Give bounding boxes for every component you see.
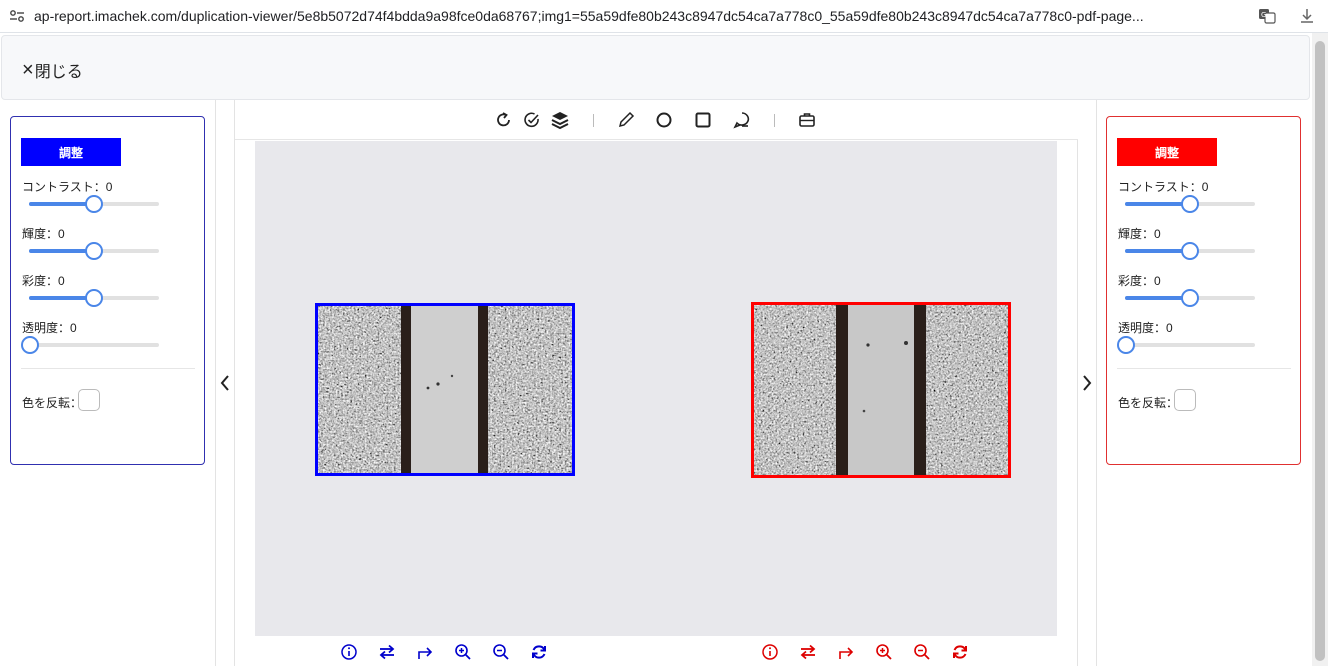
opacity-label: 透明度：0: [22, 321, 77, 335]
close-label: 閉じる: [34, 64, 83, 81]
svg-text:G: G: [1261, 11, 1266, 19]
square-icon[interactable]: [693, 110, 713, 130]
zoom-out-icon[interactable]: [913, 643, 931, 661]
refresh-icon[interactable]: [951, 643, 969, 661]
zoom-in-icon[interactable]: [875, 643, 893, 661]
redo-icon[interactable]: [416, 643, 434, 661]
translate-icon[interactable]: G: [1258, 8, 1276, 24]
right-divider: [1096, 100, 1097, 666]
invert-label: 色を反転：: [1118, 396, 1179, 410]
contrast-label: コントラスト：0: [1118, 180, 1209, 194]
redo-icon[interactable]: [837, 643, 855, 661]
refresh-icon[interactable]: [530, 643, 548, 661]
brightness-slider[interactable]: [1125, 242, 1255, 260]
adjust-button[interactable]: 調整: [21, 138, 121, 166]
right-image[interactable]: [751, 302, 1011, 478]
left-divider: [215, 100, 216, 666]
panel-divider: [21, 368, 195, 369]
browser-address-bar: ap-report.imachek.com/duplication-viewer…: [0, 0, 1328, 33]
panel-divider: [1117, 368, 1291, 369]
zoom-out-icon[interactable]: [492, 643, 510, 661]
swap-icon[interactable]: [799, 643, 817, 661]
saturation-label: 彩度：0: [22, 274, 65, 288]
right-image-content: [754, 305, 1008, 475]
rotate-icon[interactable]: [494, 110, 514, 130]
right-adjust-panel: 調整 コントラスト：0 輝度：0 彩度：0 透明度：0 色を反転：: [1106, 116, 1301, 465]
saturation-slider[interactable]: [1125, 289, 1255, 307]
pencil-icon[interactable]: [616, 110, 636, 130]
invert-checkbox[interactable]: [1174, 389, 1196, 411]
download-icon[interactable]: [1298, 7, 1316, 25]
scrollbar-thumb[interactable]: [1315, 41, 1325, 661]
site-settings-icon[interactable]: [9, 9, 25, 23]
info-icon[interactable]: [340, 643, 358, 661]
left-image-content: [318, 306, 572, 473]
toolbar-separator: [774, 114, 775, 127]
url-text[interactable]: ap-report.imachek.com/duplication-viewer…: [34, 8, 1249, 24]
contrast-slider[interactable]: [1125, 195, 1255, 213]
invert-checkbox[interactable]: [78, 389, 100, 411]
brightness-label: 輝度：0: [1118, 227, 1161, 241]
page-scrollbar[interactable]: [1312, 33, 1328, 666]
modal-header: × 閉じる: [1, 35, 1310, 100]
circle-icon[interactable]: [654, 110, 674, 130]
right-center-border: [1077, 100, 1078, 666]
brightness-slider[interactable]: [29, 242, 159, 260]
collapse-left-icon[interactable]: [219, 374, 231, 392]
brightness-label: 輝度：0: [22, 227, 65, 241]
opacity-slider[interactable]: [1117, 336, 1255, 354]
close-button[interactable]: × 閉じる: [22, 58, 83, 82]
collapse-right-icon[interactable]: [1081, 374, 1093, 392]
viewer-toolbar: [235, 100, 1078, 140]
opacity-label: 透明度：0: [1118, 321, 1173, 335]
briefcase-icon[interactable]: [797, 110, 817, 130]
contrast-slider[interactable]: [29, 195, 159, 213]
saturation-slider[interactable]: [29, 289, 159, 307]
info-icon[interactable]: [761, 643, 779, 661]
check-circle-icon[interactable]: [522, 110, 542, 130]
zoom-in-icon[interactable]: [454, 643, 472, 661]
contrast-label: コントラスト：0: [22, 180, 113, 194]
opacity-slider[interactable]: [21, 336, 159, 354]
swap-icon[interactable]: [378, 643, 396, 661]
adjust-button[interactable]: 調整: [1117, 138, 1217, 166]
left-adjust-panel: 調整 コントラスト：0 輝度：0 彩度：0 透明度：0 色を反転：: [10, 116, 205, 465]
comment-icon[interactable]: [732, 110, 752, 130]
toolbar-separator: [593, 114, 594, 127]
saturation-label: 彩度：0: [1118, 274, 1161, 288]
left-center-border: [234, 100, 235, 666]
layers-icon[interactable]: [550, 110, 570, 130]
invert-label: 色を反転：: [22, 396, 83, 410]
close-icon: ×: [22, 59, 34, 81]
left-image[interactable]: [315, 303, 575, 476]
